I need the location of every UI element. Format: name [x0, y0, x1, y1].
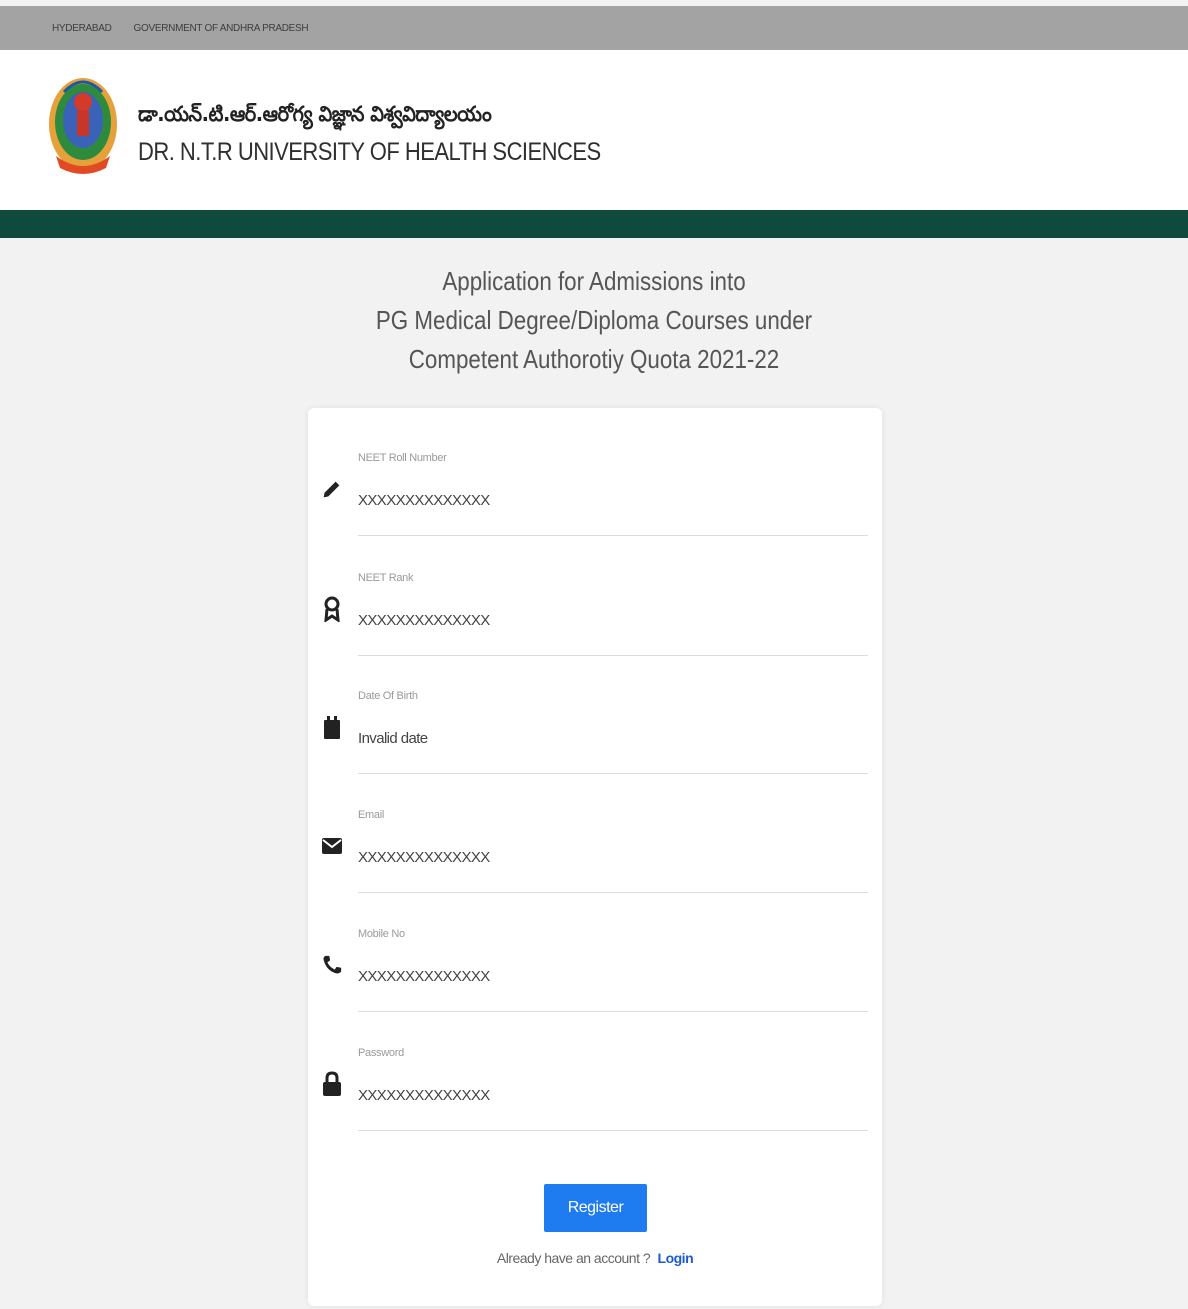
- topbar-link-hyderabad[interactable]: HYDERABAD: [52, 23, 112, 34]
- neet-rank-field: NEET Rank: [308, 528, 882, 656]
- mobile-no-input[interactable]: [358, 968, 858, 985]
- mobile-no-label: Mobile No: [358, 928, 405, 940]
- university-title-english: DR. N.T.R UNIVERSITY OF HEALTH SCIENCES: [138, 138, 601, 166]
- pencil-icon: [320, 476, 344, 502]
- neet-rank-label: NEET Rank: [358, 572, 414, 584]
- password-label: Password: [358, 1047, 404, 1059]
- login-prompt-text: Already have an account ?: [496, 1250, 651, 1266]
- password-field: Password: [308, 1003, 882, 1131]
- neet-roll-number-input[interactable]: [358, 492, 858, 509]
- page-title-line-1: Application for Admissions into: [442, 266, 746, 296]
- topbar-link-government[interactable]: GOVERNMENT OF ANDHRA PRADESH: [134, 23, 309, 34]
- email-label: Email: [358, 809, 385, 821]
- neet-rank-input[interactable]: [358, 612, 858, 629]
- university-emblem-icon[interactable]: [44, 72, 122, 178]
- date-of-birth-field: Date Of Birth: [308, 646, 882, 774]
- university-title-telugu: డా.యన్.టి.ఆర్.ఆరోగ్య విజ్ఞాన విశ్వవిద్యా…: [138, 102, 492, 126]
- envelope-icon: [320, 833, 344, 859]
- neet-roll-number-field: NEET Roll Number: [308, 408, 882, 536]
- brand-band: [0, 210, 1188, 238]
- register-button[interactable]: Register: [544, 1184, 647, 1232]
- award-icon: [320, 596, 344, 622]
- calendar-icon: [320, 714, 344, 740]
- site-header: డా.యన్.టి.ఆర్.ఆరోగ్య విజ్ఞాన విశ్వవిద్యా…: [0, 50, 1188, 210]
- page-title: Application for Admissions into PG Medic…: [336, 262, 852, 379]
- login-prompt-row: Already have an account ? Login: [308, 1250, 882, 1266]
- field-underline: [358, 1130, 868, 1131]
- page-title-line-2: PG Medical Degree/Diploma Courses under: [375, 305, 813, 335]
- login-link[interactable]: Login: [658, 1250, 694, 1266]
- email-input[interactable]: [358, 849, 858, 866]
- page-title-line-3: Competent Authorotiy Quota 2021-22: [408, 344, 780, 374]
- mobile-no-field: Mobile No: [308, 884, 882, 1012]
- phone-icon: [320, 952, 344, 978]
- date-of-birth-input[interactable]: [358, 730, 858, 747]
- date-of-birth-label: Date Of Birth: [358, 690, 418, 702]
- lock-icon: [320, 1071, 344, 1097]
- neet-roll-number-label: NEET Roll Number: [358, 452, 447, 464]
- registration-form-card: NEET Roll Number NEET Rank Date Of Birth…: [308, 408, 882, 1306]
- password-input[interactable]: [358, 1087, 858, 1104]
- email-field: Email: [308, 765, 882, 893]
- top-bar: HYDERABAD GOVERNMENT OF ANDHRA PRADESH: [0, 6, 1188, 50]
